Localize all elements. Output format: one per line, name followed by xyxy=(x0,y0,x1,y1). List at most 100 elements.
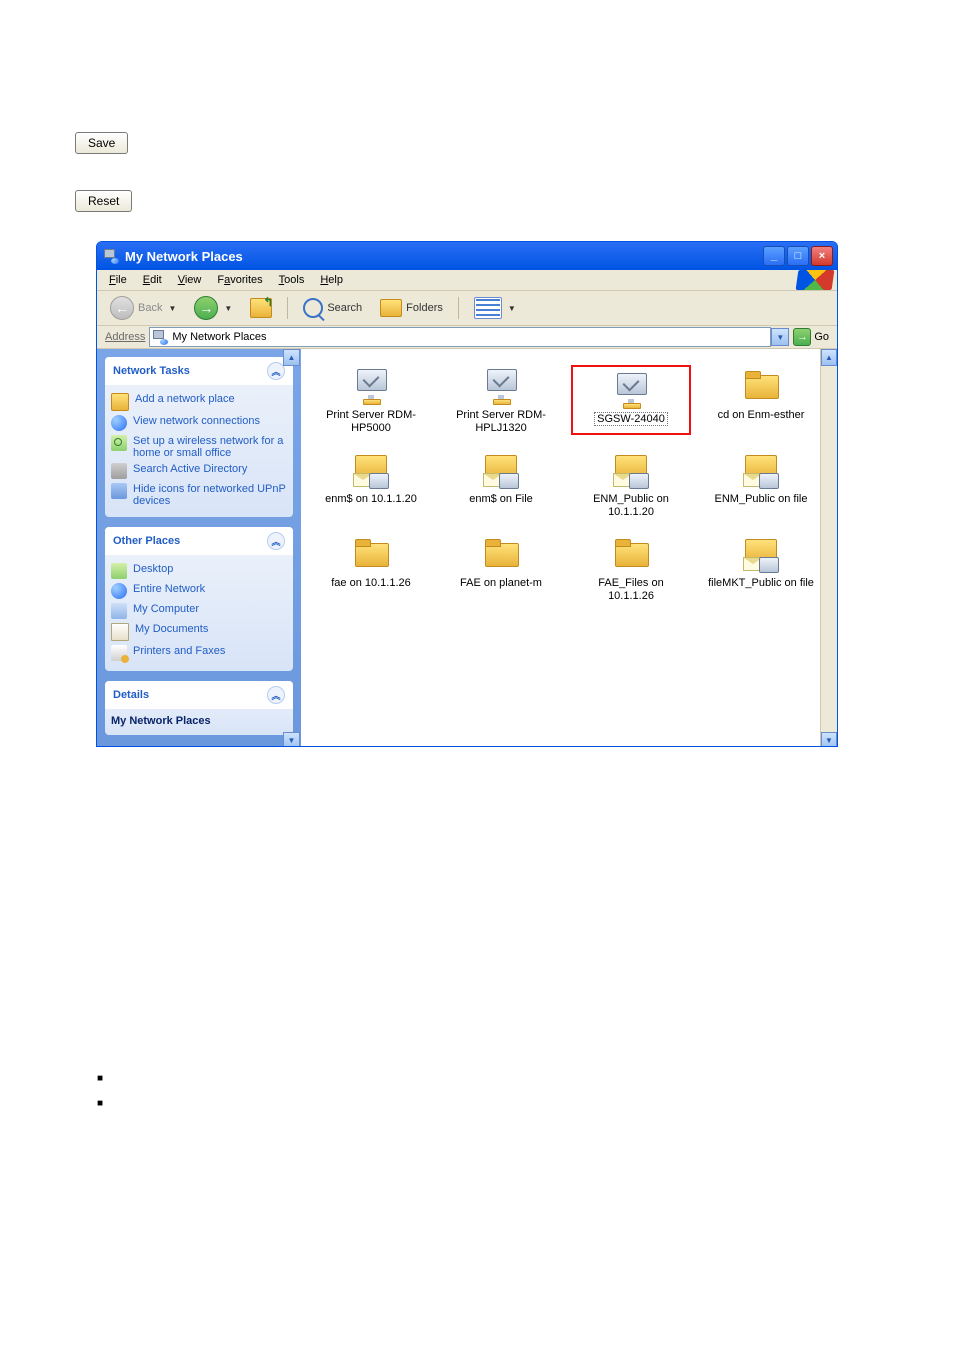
views-button[interactable]: ▼ xyxy=(467,293,523,323)
place-printers[interactable]: Printers and Faxes xyxy=(111,643,287,663)
menu-edit[interactable]: Edit xyxy=(135,272,170,288)
add-place-icon xyxy=(111,393,129,411)
scroll-track[interactable] xyxy=(821,366,837,732)
globe-icon xyxy=(111,415,127,431)
scroll-down-icon[interactable]: ▼ xyxy=(821,732,837,747)
titlebar[interactable]: My Network Places _ □ × xyxy=(97,242,837,270)
menu-favorites[interactable]: Favorites xyxy=(209,272,270,288)
menu-file[interactable]: File xyxy=(101,272,135,288)
folders-button[interactable]: Folders xyxy=(373,295,450,321)
views-icon xyxy=(474,297,502,319)
address-icon xyxy=(152,329,168,345)
folders-icon xyxy=(380,299,402,317)
menu-tools[interactable]: Tools xyxy=(271,272,313,288)
network-icon xyxy=(111,583,127,599)
file-item-5[interactable]: enm$ on File xyxy=(441,449,561,519)
close-icon: × xyxy=(819,250,825,262)
ad-icon xyxy=(111,463,127,479)
minimize-button[interactable]: _ xyxy=(763,246,785,266)
main-scrollbar[interactable]: ▲ ▼ xyxy=(820,349,837,747)
views-dropdown-icon: ▼ xyxy=(508,304,516,313)
forward-button[interactable]: ▼ xyxy=(187,292,239,324)
sidebar: ▲ Network Tasks ︽ Add a network place Vi… xyxy=(97,349,301,747)
task-label: Hide icons for networked UPnP devices xyxy=(133,483,287,507)
file-item-2[interactable]: SGSW-24040 xyxy=(571,365,691,435)
scroll-up-icon[interactable]: ▲ xyxy=(821,349,837,366)
folder-icon xyxy=(349,533,393,573)
file-item-7[interactable]: ENM_Public on file xyxy=(701,449,821,519)
monitor-icon xyxy=(349,365,393,405)
go-arrow-icon: → xyxy=(793,328,811,346)
file-item-8[interactable]: fae on 10.1.1.26 xyxy=(311,533,431,603)
panel-other-places: Other Places ︽ Desktop Entire Network My… xyxy=(105,527,293,671)
item-label: fileMKT_Public on file xyxy=(708,577,814,590)
sidebar-scroll-down[interactable]: ▼ xyxy=(283,732,300,747)
back-label: Back xyxy=(138,302,162,314)
address-input[interactable]: My Network Places xyxy=(149,327,771,347)
netfolder-icon xyxy=(349,449,393,489)
sidebar-scroll-up[interactable]: ▲ xyxy=(283,349,300,366)
panel-network-tasks: Network Tasks ︽ Add a network place View… xyxy=(105,357,293,517)
bullet-list: ■ ■ xyxy=(97,1073,103,1123)
system-icon xyxy=(103,248,119,264)
panel-title: Details xyxy=(113,689,149,701)
task-label: Search Active Directory xyxy=(133,463,247,475)
separator xyxy=(287,297,288,319)
item-label: SGSW-24040 xyxy=(594,413,668,426)
wireless-icon xyxy=(111,435,127,451)
chevron-up-icon: ︽ xyxy=(267,686,285,704)
window-title: My Network Places xyxy=(125,249,243,264)
search-button[interactable]: Search xyxy=(296,294,369,322)
item-label: enm$ on 10.1.1.20 xyxy=(325,493,417,506)
maximize-button[interactable]: □ xyxy=(787,246,809,266)
forward-dropdown-icon: ▼ xyxy=(224,304,232,313)
menubar: File Edit View Favorites Tools Help xyxy=(97,270,837,291)
file-item-0[interactable]: Print Server RDM-HP5000 xyxy=(311,365,431,435)
back-arrow-icon xyxy=(110,296,134,320)
address-dropdown[interactable]: ▼ xyxy=(771,328,789,346)
task-add-network-place[interactable]: Add a network place xyxy=(111,391,287,413)
address-label: Address xyxy=(101,331,149,343)
menu-help[interactable]: Help xyxy=(312,272,351,288)
panel-head-other-places[interactable]: Other Places ︽ xyxy=(105,527,293,555)
back-button[interactable]: Back ▼ xyxy=(103,292,183,324)
file-item-3[interactable]: cd on Enm-esther xyxy=(701,365,821,435)
task-label: Set up a wireless network for a home or … xyxy=(133,435,287,459)
address-value: My Network Places xyxy=(172,331,266,343)
panel-title: Network Tasks xyxy=(113,365,190,377)
addressbar: Address My Network Places ▼ → Go xyxy=(97,326,837,349)
place-entire-network[interactable]: Entire Network xyxy=(111,581,287,601)
folder-icon xyxy=(609,533,653,573)
menu-view[interactable]: View xyxy=(170,272,210,288)
file-item-6[interactable]: ENM_Public on 10.1.1.20 xyxy=(571,449,691,519)
task-setup-wireless[interactable]: Set up a wireless network for a home or … xyxy=(111,433,287,461)
item-label: ENM_Public on file xyxy=(715,493,808,506)
file-item-1[interactable]: Print Server RDM-HPLJ1320 xyxy=(441,365,561,435)
minimize-icon: _ xyxy=(771,250,777,262)
place-my-computer[interactable]: My Computer xyxy=(111,601,287,621)
file-item-11[interactable]: fileMKT_Public on file xyxy=(701,533,821,603)
netfolder-icon xyxy=(609,449,653,489)
task-label: Printers and Faxes xyxy=(133,645,225,657)
file-item-10[interactable]: FAE_Files on 10.1.1.26 xyxy=(571,533,691,603)
panel-head-details[interactable]: Details ︽ xyxy=(105,681,293,709)
item-label: fae on 10.1.1.26 xyxy=(331,577,411,590)
task-label: Entire Network xyxy=(133,583,205,595)
reset-button[interactable]: Reset xyxy=(75,190,132,212)
panel-head-network-tasks[interactable]: Network Tasks ︽ xyxy=(105,357,293,385)
file-item-9[interactable]: FAE on planet-m xyxy=(441,533,561,603)
task-search-ad[interactable]: Search Active Directory xyxy=(111,461,287,481)
separator xyxy=(458,297,459,319)
task-hide-upnp[interactable]: Hide icons for networked UPnP devices xyxy=(111,481,287,509)
task-view-connections[interactable]: View network connections xyxy=(111,413,287,433)
bullet-icon: ■ xyxy=(97,1098,103,1109)
place-my-documents[interactable]: My Documents xyxy=(111,621,287,643)
place-desktop[interactable]: Desktop xyxy=(111,561,287,581)
save-button[interactable]: Save xyxy=(75,132,128,154)
go-button[interactable]: → Go xyxy=(789,328,833,346)
file-item-4[interactable]: enm$ on 10.1.1.20 xyxy=(311,449,431,519)
up-button[interactable] xyxy=(243,294,279,322)
panel-details: Details ︽ My Network Places xyxy=(105,681,293,735)
close-button[interactable]: × xyxy=(811,246,833,266)
monitor-icon xyxy=(479,365,523,405)
